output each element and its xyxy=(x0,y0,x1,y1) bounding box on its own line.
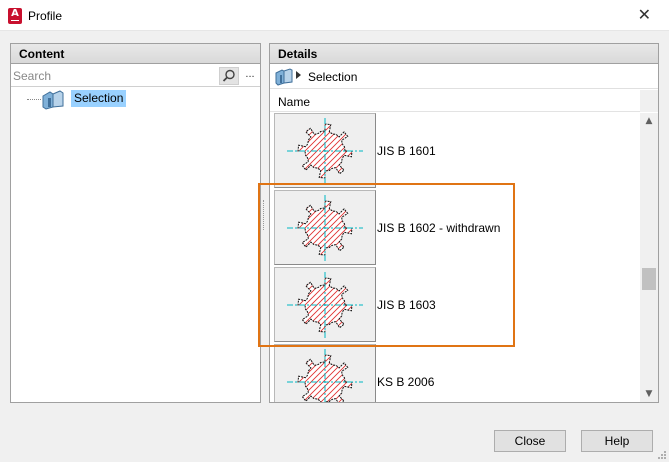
breadcrumb: Selection xyxy=(270,65,658,89)
profile-list-item[interactable]: JIS B 1601 xyxy=(270,113,640,190)
name-column-header[interactable]: Name xyxy=(270,90,640,112)
search-icon xyxy=(222,69,235,82)
profile-thumbnail[interactable] xyxy=(274,344,376,402)
resize-grip-icon[interactable] xyxy=(657,450,667,460)
spline-profile-icon xyxy=(287,272,363,338)
spline-profile-icon xyxy=(287,195,363,261)
profile-folder-icon[interactable] xyxy=(274,68,294,86)
profile-name: KS B 2006 xyxy=(377,375,435,389)
scroll-up-icon[interactable]: ▲ xyxy=(640,113,658,129)
profile-list-item[interactable]: JIS B 1602 - withdrawn xyxy=(270,190,640,267)
close-window-button[interactable]: ✕ xyxy=(638,5,651,24)
details-panel: Details Selection Name JIS B 1601 JIS B 1… xyxy=(269,43,659,403)
content-panel-header: Content xyxy=(11,44,260,64)
profile-thumbnail[interactable] xyxy=(274,190,376,265)
help-button[interactable]: Help xyxy=(581,430,653,452)
profile-list: JIS B 1601 JIS B 1602 - withdrawn JIS B 16… xyxy=(270,113,640,402)
profile-list-item[interactable]: JIS B 1603 xyxy=(270,267,640,344)
details-panel-header: Details xyxy=(270,44,658,64)
profile-thumbnail[interactable] xyxy=(274,267,376,342)
close-button[interactable]: Close xyxy=(494,430,566,452)
spline-profile-icon xyxy=(287,118,363,184)
header-scroll-filler xyxy=(640,90,658,112)
breadcrumb-arrow-icon[interactable] xyxy=(296,71,301,79)
search-bar: ... xyxy=(11,65,260,87)
vertical-scrollbar[interactable]: ▲ ▼ xyxy=(640,113,658,402)
tree-item-selection[interactable]: Selection xyxy=(71,90,127,107)
autocad-app-icon: A xyxy=(8,8,22,24)
tree-connector xyxy=(27,99,41,100)
search-input[interactable] xyxy=(13,67,217,84)
profile-thumbnail[interactable] xyxy=(274,113,376,188)
panel-splitter[interactable] xyxy=(263,200,266,230)
spline-profile-icon xyxy=(287,349,363,402)
search-button[interactable] xyxy=(219,67,239,85)
profile-folder-icon xyxy=(42,90,64,110)
profile-list-item[interactable]: KS B 2006 xyxy=(270,344,640,402)
scrollbar-thumb[interactable] xyxy=(642,268,656,290)
content-panel: Content ... Selection xyxy=(10,43,261,403)
profile-name: JIS B 1603 xyxy=(377,298,436,312)
breadcrumb-item-selection[interactable]: Selection xyxy=(308,70,357,84)
profile-name: JIS B 1601 xyxy=(377,144,436,158)
scroll-down-icon[interactable]: ▼ xyxy=(640,386,658,402)
name-column-label: Name xyxy=(278,95,311,109)
profile-name: JIS B 1602 - withdrawn xyxy=(377,221,501,235)
search-options-button[interactable]: ... xyxy=(242,67,258,85)
title-bar: A Profile ✕ xyxy=(0,0,669,31)
window-title: Profile xyxy=(28,9,63,23)
